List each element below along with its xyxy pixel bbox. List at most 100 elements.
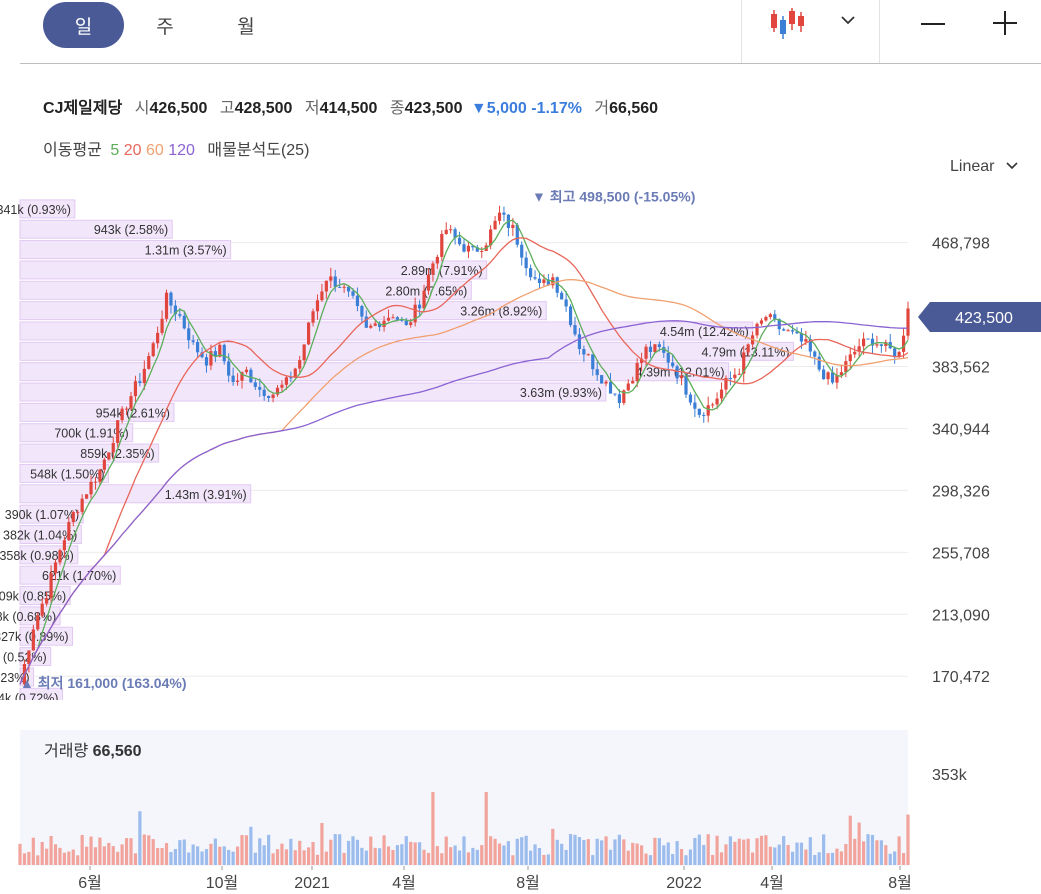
volume-bar (435, 846, 439, 865)
chevron-down-icon[interactable] (838, 10, 858, 30)
candle-body (675, 366, 679, 379)
volume-bar (364, 850, 368, 865)
zoom-out-button[interactable] (919, 12, 947, 36)
volume-bar (378, 848, 382, 865)
volume-bar (626, 850, 630, 865)
x-tick-label: 8월 (888, 874, 912, 892)
volume-bar (40, 842, 44, 865)
candle-body (702, 414, 706, 416)
volume-profile-bar (19, 362, 730, 382)
volume-bar (62, 852, 66, 865)
volume-bar (617, 834, 621, 865)
volume-bar (600, 840, 604, 865)
candle-body (324, 280, 328, 292)
volume-bar (329, 839, 333, 865)
volume-bar (764, 835, 768, 865)
candle-body (391, 317, 395, 319)
volume-bar (133, 853, 138, 865)
volume-bar (693, 837, 697, 865)
volume-bar (311, 842, 315, 865)
candle-body (577, 334, 582, 350)
volume-bar (275, 849, 280, 865)
volume-bar (493, 838, 497, 865)
volume-bar (187, 852, 191, 865)
candle-body (307, 322, 311, 345)
candle-body (187, 328, 191, 341)
candle-body (826, 372, 830, 380)
candle-body (653, 344, 657, 353)
volume-bar (373, 847, 377, 865)
volume-bar (524, 835, 528, 865)
candle-body (524, 257, 528, 269)
volume-bar (67, 851, 71, 865)
volume-bar (53, 844, 58, 865)
volume-bar (671, 854, 675, 865)
volume-bar (817, 852, 821, 865)
candle-body (426, 274, 431, 291)
volume-bar (124, 838, 129, 865)
volume-bar (422, 849, 426, 865)
candle-body (737, 373, 741, 375)
open-value: 426,500 (149, 100, 208, 117)
candle-body (711, 404, 715, 406)
candle-body (280, 384, 284, 388)
toolbar-bottom-rule (20, 63, 1041, 64)
volume-bar (773, 847, 777, 865)
volume-bar (888, 853, 892, 865)
volume-bar (85, 846, 89, 865)
candle-body (27, 650, 31, 665)
volume-bar (826, 853, 830, 865)
candle-body (844, 361, 848, 373)
volume-bar (804, 849, 808, 865)
candle-body (733, 374, 737, 379)
price-chart[interactable]: 170,472 213,090 255,708 298,326 340,944 383,5… (0, 190, 1041, 700)
volume-bar (640, 845, 644, 865)
period-tab-week[interactable]: 주 (140, 2, 190, 48)
candle-body (120, 408, 124, 421)
volume-bar (839, 851, 843, 865)
volume-bar (595, 838, 599, 865)
volume-bar (635, 843, 639, 865)
candle-body (604, 381, 608, 384)
candle-body (342, 286, 346, 288)
volume-bar (808, 837, 812, 865)
period-tab-month[interactable]: 월 (221, 2, 271, 48)
candle-body (249, 369, 253, 383)
volume-bar (733, 841, 737, 865)
candle-body (666, 352, 670, 363)
volume-bar (240, 835, 244, 865)
x-tick-label: 2021 (294, 875, 330, 892)
volume-profile-label: 341k (0.93%) (0, 203, 71, 217)
candle-body (617, 394, 621, 403)
volume-profile-label: 309k (0.85%) (0, 590, 66, 604)
volume-bar (577, 837, 582, 865)
zoom-in-button[interactable] (991, 8, 1019, 38)
candle-body (813, 351, 817, 357)
candle-body (466, 245, 471, 252)
change-value: ▼5,000 -1.17% (470, 100, 582, 117)
volume-profile-label: 390k (1.07%) (5, 508, 79, 522)
scale-mode-select[interactable]: Linear (950, 158, 1019, 176)
volume-bar (27, 851, 31, 865)
volume-profile-label: 4.54m (12.42%) (660, 325, 749, 339)
candle-body (746, 344, 750, 353)
candle-body (440, 233, 444, 257)
volume-title: 거래량 66,560 (44, 742, 142, 760)
candle-body (31, 629, 35, 651)
candle-body (862, 338, 866, 347)
volume-bar (169, 852, 173, 865)
volume-bar (515, 838, 519, 865)
volume-bar (675, 841, 679, 865)
volume-chart[interactable]: 거래량 66,560 353k 6월 10월 2021 4월 8월 2022 4월 8월 (0, 728, 1041, 894)
volume-bar (822, 834, 826, 865)
candlestick-icon[interactable] (768, 6, 810, 40)
period-tab-day[interactable]: 일 (43, 2, 124, 48)
candle-body (582, 349, 586, 355)
volume-bar (471, 847, 475, 865)
candle-body (688, 394, 693, 403)
volume-bar (848, 815, 852, 865)
volume-bar (413, 842, 417, 865)
volume-bar (502, 845, 506, 865)
candle-body (133, 381, 138, 397)
volume-bar (342, 852, 346, 865)
